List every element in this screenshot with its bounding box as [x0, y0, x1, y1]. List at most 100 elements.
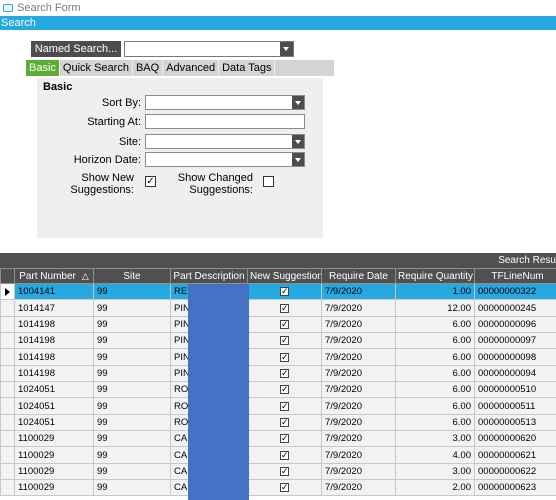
chevron-down-icon[interactable]	[292, 96, 304, 109]
cell-require-date[interactable]: 7/9/2020	[321, 332, 396, 350]
new-suggestion-checkbox[interactable]: ✓	[280, 401, 289, 411]
table-row[interactable]: 1014198 99 PIN ✓ 7/9/2020 6.00 00000000098	[0, 348, 556, 366]
cell-new-suggestion[interactable]: ✓	[247, 332, 322, 350]
cell-require-date[interactable]: 7/9/2020	[321, 381, 396, 399]
table-row[interactable]: 1100029 99 CA ✓ 7/9/2020 3.00 00000000620	[0, 430, 556, 448]
cell-part-number[interactable]: 1024051	[14, 397, 94, 415]
cell-new-suggestion[interactable]: ✓	[247, 462, 322, 481]
new-suggestion-checkbox[interactable]: ✓	[280, 417, 289, 427]
row-selector[interactable]	[0, 348, 15, 366]
cell-part-number[interactable]: 1024051	[14, 413, 94, 432]
cell-tflinenum[interactable]: 00000000322	[474, 282, 556, 301]
new-suggestion-checkbox[interactable]: ✓	[280, 303, 289, 313]
cell-new-suggestion[interactable]: ✓	[247, 479, 322, 497]
cell-site[interactable]: 99	[93, 282, 171, 301]
column-header-require-quantity[interactable]: Require Quantity	[395, 268, 475, 284]
new-suggestion-checkbox[interactable]: ✓	[280, 385, 289, 395]
row-selector[interactable]	[0, 479, 15, 497]
cell-part-number[interactable]: 1014147	[14, 299, 94, 317]
cell-tflinenum[interactable]: 00000000096	[474, 315, 556, 334]
cell-require-date[interactable]: 7/9/2020	[321, 479, 396, 497]
tab-data-tags[interactable]: Data Tags	[219, 60, 276, 76]
cell-require-date[interactable]: 7/9/2020	[321, 315, 396, 334]
sort-by-combo[interactable]	[145, 95, 305, 110]
site-combo[interactable]	[145, 134, 305, 149]
row-selector[interactable]	[0, 381, 15, 399]
row-selector[interactable]	[0, 462, 15, 481]
cell-require-quantity[interactable]: 3.00	[395, 462, 475, 481]
cell-new-suggestion[interactable]: ✓	[247, 397, 322, 415]
cell-site[interactable]: 99	[93, 381, 171, 399]
cell-tflinenum[interactable]: 00000000623	[474, 479, 556, 497]
table-row[interactable]: 1100029 99 CA ✓ 7/9/2020 4.00 00000000621	[0, 446, 556, 464]
cell-tflinenum[interactable]: 00000000620	[474, 430, 556, 448]
cell-new-suggestion[interactable]: ✓	[247, 430, 322, 448]
cell-tflinenum[interactable]: 00000000511	[474, 397, 556, 415]
new-suggestion-checkbox[interactable]: ✓	[280, 336, 289, 346]
cell-part-number[interactable]: 1014198	[14, 348, 94, 366]
cell-site[interactable]: 99	[93, 348, 171, 366]
row-selector[interactable]	[0, 397, 15, 415]
cell-site[interactable]: 99	[93, 397, 171, 415]
cell-site[interactable]: 99	[93, 315, 171, 334]
cell-new-suggestion[interactable]: ✓	[247, 413, 322, 432]
cell-require-date[interactable]: 7/9/2020	[321, 299, 396, 317]
cell-tflinenum[interactable]: 00000000621	[474, 446, 556, 464]
cell-tflinenum[interactable]: 00000000622	[474, 462, 556, 481]
table-row[interactable]: 1014198 99 PIN ✓ 7/9/2020 6.00 00000000096	[0, 315, 556, 334]
named-search-combo[interactable]	[124, 41, 294, 57]
cell-site[interactable]: 99	[93, 446, 171, 464]
table-row[interactable]: 1014147 99 PIN ✓ 7/9/2020 12.00 00000000245	[0, 299, 556, 317]
cell-site[interactable]: 99	[93, 364, 171, 383]
cell-require-date[interactable]: 7/9/2020	[321, 348, 396, 366]
cell-part-number[interactable]: 1014198	[14, 315, 94, 334]
cell-part-number[interactable]: 1100029	[14, 462, 94, 481]
new-suggestion-checkbox[interactable]: ✓	[280, 434, 289, 444]
cell-require-quantity[interactable]: 6.00	[395, 381, 475, 399]
cell-site[interactable]: 99	[93, 430, 171, 448]
new-suggestion-checkbox[interactable]: ✓	[280, 352, 289, 362]
cell-site[interactable]: 99	[93, 413, 171, 432]
row-selector[interactable]	[0, 364, 15, 383]
cell-tflinenum[interactable]: 00000000098	[474, 348, 556, 366]
cell-part-number[interactable]: 1100029	[14, 430, 94, 448]
tab-baq[interactable]: BAQ	[133, 60, 164, 76]
column-header-site[interactable]: Site	[93, 268, 171, 284]
cell-tflinenum[interactable]: 00000000245	[474, 299, 556, 317]
cell-part-number[interactable]: 1014198	[14, 364, 94, 383]
table-row[interactable]: 1014198 99 PIN ✓ 7/9/2020 6.00 00000000097	[0, 332, 556, 350]
chevron-down-icon[interactable]	[280, 42, 293, 56]
cell-part-number[interactable]: 1014198	[14, 332, 94, 350]
column-header-part-description[interactable]: Part Description	[170, 268, 248, 284]
row-selector[interactable]	[0, 299, 15, 317]
table-row[interactable]: 1024051 99 RO ✓ 7/9/2020 6.00 00000000513	[0, 413, 556, 432]
new-suggestion-checkbox[interactable]: ✓	[280, 319, 289, 329]
column-header-require-date[interactable]: Require Date	[321, 268, 396, 284]
cell-site[interactable]: 99	[93, 479, 171, 497]
cell-require-date[interactable]: 7/9/2020	[321, 282, 396, 301]
table-row[interactable]: 1014198 99 PIN ✓ 7/9/2020 6.00 00000000094	[0, 364, 556, 383]
cell-require-quantity[interactable]: 6.00	[395, 364, 475, 383]
new-suggestion-checkbox[interactable]: ✓	[280, 287, 289, 297]
cell-new-suggestion[interactable]: ✓	[247, 446, 322, 464]
row-selector[interactable]	[0, 413, 15, 432]
cell-require-date[interactable]: 7/9/2020	[321, 430, 396, 448]
cell-new-suggestion[interactable]: ✓	[247, 364, 322, 383]
cell-require-quantity[interactable]: 12.00	[395, 299, 475, 317]
cell-require-quantity[interactable]: 2.00	[395, 479, 475, 497]
column-header-tflinenum[interactable]: TFLineNum	[474, 268, 556, 284]
row-selector[interactable]	[0, 282, 15, 301]
new-suggestion-checkbox[interactable]: ✓	[280, 483, 289, 493]
chevron-down-icon[interactable]	[292, 153, 304, 166]
cell-part-number[interactable]: 1100029	[14, 446, 94, 464]
cell-require-date[interactable]: 7/9/2020	[321, 413, 396, 432]
cell-part-number[interactable]: 1024051	[14, 381, 94, 399]
cell-require-quantity[interactable]: 6.00	[395, 413, 475, 432]
table-row[interactable]: 1100029 99 CA ✓ 7/9/2020 3.00 00000000622	[0, 462, 556, 481]
starting-at-input[interactable]	[145, 114, 305, 129]
cell-require-quantity[interactable]: 6.00	[395, 397, 475, 415]
cell-site[interactable]: 99	[93, 332, 171, 350]
cell-part-number[interactable]: 1100029	[14, 479, 94, 497]
cell-part-number[interactable]: 1004141	[14, 282, 94, 301]
cell-require-date[interactable]: 7/9/2020	[321, 397, 396, 415]
